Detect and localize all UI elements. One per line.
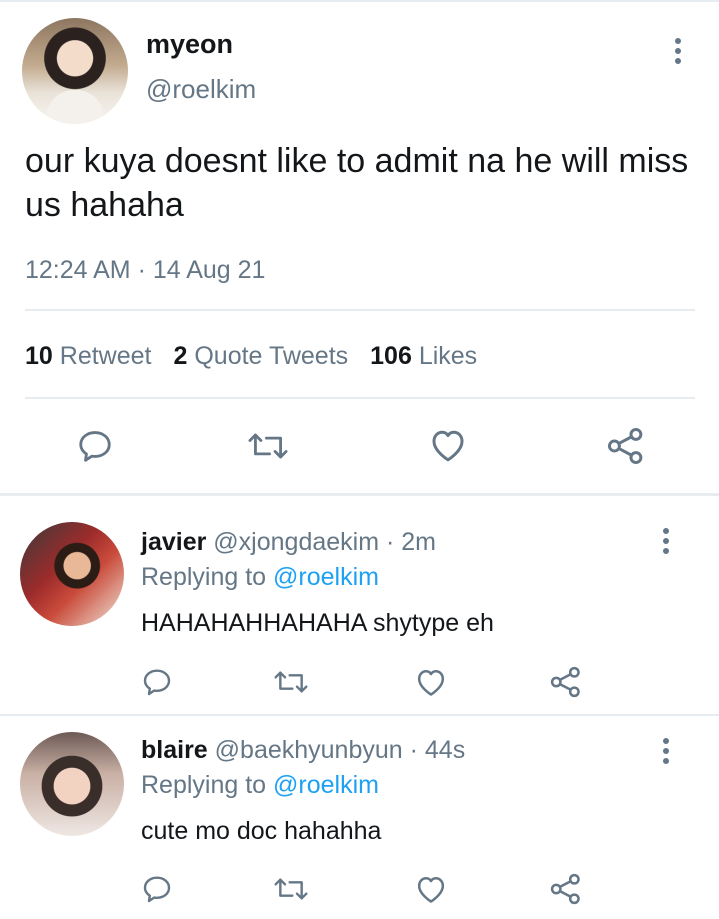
reply-time: · 2m: [386, 528, 436, 556]
reply-text: cute mo doc hahahha: [141, 817, 382, 845]
like-icon[interactable]: [428, 426, 468, 464]
avatar[interactable]: [22, 18, 128, 124]
reply-tweet[interactable]: blaire @baekhyunbyun · 44s Replying to @…: [0, 716, 719, 919]
more-options-icon[interactable]: [674, 38, 682, 66]
replying-to-link[interactable]: @roelkim: [273, 771, 379, 799]
reply-header: javier @xjongdaekim · 2m: [141, 526, 436, 558]
reply-text: HAHAHAHHAHAHA shytype eh: [141, 609, 494, 637]
replying-to-link[interactable]: @roelkim: [273, 563, 379, 591]
reply-time: · 44s: [409, 736, 466, 764]
more-options-icon[interactable]: [662, 528, 670, 556]
share-icon[interactable]: [549, 873, 583, 905]
author-name[interactable]: javier: [141, 528, 206, 556]
author-handle[interactable]: @baekhyunbyun: [215, 736, 403, 764]
avatar[interactable]: [20, 732, 124, 836]
reply-tweet[interactable]: javier @xjongdaekim · 2m Replying to @ro…: [0, 496, 719, 714]
tweet-timestamp: 12:24 AM · 14 Aug 21: [25, 256, 266, 284]
retweet-icon[interactable]: [272, 666, 310, 698]
like-icon[interactable]: [414, 873, 448, 905]
author-handle[interactable]: @roelkim: [146, 73, 256, 105]
author-handle[interactable]: @xjongdaekim: [213, 528, 379, 556]
more-options-icon[interactable]: [662, 738, 670, 766]
likes-stat[interactable]: 106 Likes: [370, 342, 477, 370]
reply-icon[interactable]: [76, 427, 114, 465]
author-name[interactable]: myeon: [146, 28, 233, 60]
divider: [25, 397, 695, 399]
main-tweet: myeon @roelkim our kuya doesnt like to a…: [0, 0, 719, 493]
reply-header: blaire @baekhyunbyun · 44s: [141, 734, 465, 766]
avatar[interactable]: [20, 522, 124, 626]
divider: [25, 309, 695, 311]
share-icon[interactable]: [549, 666, 583, 698]
reply-icon[interactable]: [141, 873, 173, 905]
tweet-text: our kuya doesnt like to admit na he will…: [25, 142, 689, 224]
replying-to: Replying to @roelkim: [141, 771, 379, 799]
share-icon[interactable]: [606, 427, 646, 465]
retweet-icon[interactable]: [246, 427, 290, 465]
like-icon[interactable]: [414, 666, 448, 698]
tweet-stats: 10 Retweet 2 Quote Tweets 106 Likes: [25, 340, 477, 372]
quotes-stat[interactable]: 2 Quote Tweets: [173, 342, 348, 370]
replying-to: Replying to @roelkim: [141, 563, 379, 591]
retweets-stat[interactable]: 10 Retweet: [25, 342, 151, 370]
reply-icon[interactable]: [141, 666, 173, 698]
author-name[interactable]: blaire: [141, 736, 208, 764]
retweet-icon[interactable]: [272, 873, 310, 905]
